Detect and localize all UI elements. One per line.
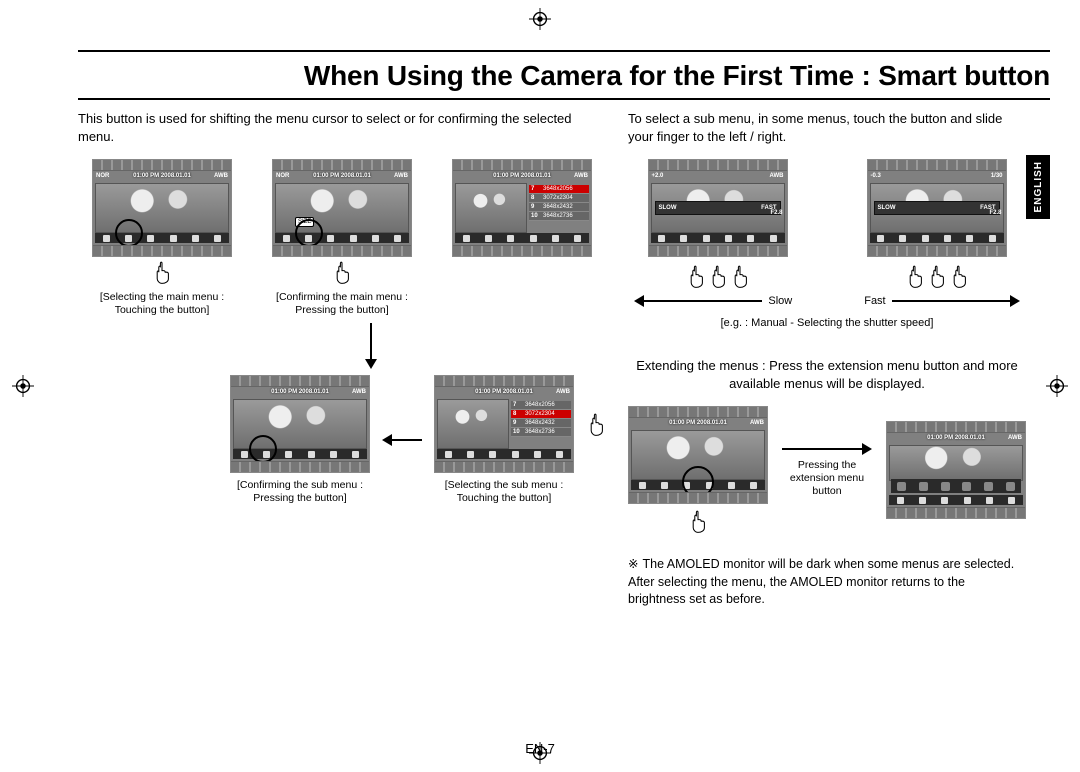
caption-confirm-sub: [Confirming the sub menu : Pressing the …	[230, 479, 370, 505]
extension-button-callout	[682, 466, 714, 492]
press-extension-caption: Pressing the extension menu button	[782, 459, 872, 498]
right-intro: To select a sub menu, in some menus, tou…	[628, 110, 1026, 145]
content-area: When Using the Camera for the First Time…	[78, 50, 1050, 742]
slow-label: Slow	[768, 295, 792, 307]
left-column: This button is used for shifting the men…	[78, 110, 606, 609]
camera-figure-slider-b: -0.3 1/30 SLOW FAST F2.8	[867, 159, 1007, 257]
camera-figure-before-extend: 01:00 PM 2008.01.01 AWB	[628, 406, 768, 504]
size-menu-popup: 73648x2056 83072x2304 93648x2432 103648x…	[511, 401, 571, 437]
hand-slide-icon	[686, 261, 750, 289]
caption-select-sub: [Selecting the sub menu : Touching the b…	[434, 479, 574, 505]
size-menu-popup: 73648x2056 83072x2304 93648x2432 103648x…	[529, 185, 589, 221]
camera-figure-menu-top: 01:00 PM 2008.01.01 AWB 73648x2056 83072…	[452, 159, 592, 257]
camera-figure-select-sub: 01:00 PM 2008.01.01 AWB 73648x2056 83072…	[434, 375, 574, 473]
extended-menu-icons	[891, 479, 1021, 493]
hand-touch-icon	[586, 413, 606, 437]
language-tab: ENGLISH	[1026, 155, 1050, 219]
caption-select-main: [Selecting the main menu : Touching the …	[78, 291, 246, 317]
hand-slide-icon	[905, 261, 969, 289]
arrow-down-icon	[365, 323, 377, 369]
camera-figure-slider-a: +2.0 AWB SLOW FAST F2.8	[648, 159, 788, 257]
right-column: To select a sub menu, in some menus, tou…	[628, 110, 1026, 609]
camera-figure-confirm-sub: 01:00 PM 2008.01.01 AWB	[230, 375, 370, 473]
note-symbol: ※	[628, 557, 638, 571]
arrow-left-icon	[382, 434, 422, 446]
shutter-speed-slider: SLOW FAST	[874, 201, 1000, 215]
camera-figure-confirm-main: NOR 01:00 PM 2008.01.01 AWB SIZE	[272, 159, 412, 257]
fast-label: Fast	[864, 295, 885, 307]
extend-intro: Extending the menus : Press the extensio…	[628, 357, 1026, 392]
language-tab-label: ENGLISH	[1033, 161, 1044, 212]
registration-mark-icon	[12, 375, 34, 397]
camera-figure-after-extend: 01:00 PM 2008.01.01 AWB	[886, 421, 1026, 519]
manual-page: When Using the Camera for the First Time…	[0, 0, 1080, 772]
amoled-note: ※The AMOLED monitor will be dark when so…	[628, 556, 1026, 609]
camera-figure-select-main: NOR 01:00 PM 2008.01.01 AWB	[92, 159, 232, 257]
arrow-right-icon	[782, 443, 872, 455]
example-caption: [e.g. : Manual - Selecting the shutter s…	[628, 317, 1026, 329]
note-text: The AMOLED monitor will be dark when som…	[628, 557, 1014, 606]
arrow-right-icon	[892, 295, 1020, 307]
hand-touch-icon	[152, 261, 172, 285]
hand-press-icon	[332, 261, 352, 285]
arrow-left-icon	[634, 295, 762, 307]
registration-mark-icon	[529, 8, 551, 30]
shutter-speed-slider: SLOW FAST	[655, 201, 781, 215]
page-title: When Using the Camera for the First Time…	[78, 50, 1050, 100]
caption-confirm-main: [Confirming the main menu : Pressing the…	[258, 291, 426, 317]
hand-press-icon	[688, 510, 708, 534]
page-number: EN-7	[525, 741, 555, 756]
left-intro: This button is used for shifting the men…	[78, 110, 606, 145]
